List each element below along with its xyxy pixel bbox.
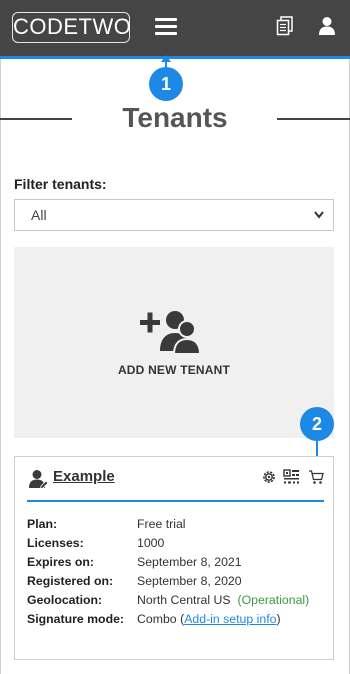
tenant-card: Example Plan: Free trial Licenses: 1000 …: [14, 456, 334, 660]
chevron-down-icon: [313, 200, 325, 241]
page-title: Tenants: [122, 102, 228, 133]
geolocation-status: (Operational): [237, 593, 310, 607]
detail-key: Plan:: [27, 517, 58, 531]
detail-key: Signature mode:: [27, 612, 125, 626]
top-bar: CODETWO: [0, 0, 350, 56]
detail-row-licenses: Licenses: 1000: [27, 536, 327, 555]
detail-key: Registered on:: [27, 574, 114, 588]
detail-value: 1000: [137, 536, 165, 550]
detail-row-geolocation: Geolocation: North Central US (Operation…: [27, 593, 327, 612]
detail-row-registered: Registered on: September 8, 2020: [27, 574, 327, 593]
filter-selected-value: All: [31, 207, 47, 223]
detail-row-expires: Expires on: September 8, 2021: [27, 555, 327, 574]
header-accent-line: [0, 56, 350, 59]
person-icon: [29, 469, 49, 494]
codetwo-logo[interactable]: CODETWO: [12, 12, 131, 43]
signature-mode-value: Combo: [137, 612, 177, 626]
callout-marker-2: 2: [300, 407, 334, 441]
detail-row-plan: Plan: Free trial: [27, 517, 327, 536]
add-new-tenant-tile[interactable]: ADD NEW TENANT: [14, 247, 334, 438]
frame-border-left: [0, 59, 1, 674]
tenant-details: Plan: Free trial Licenses: 1000 Expires …: [27, 517, 327, 631]
settings-icon[interactable]: [261, 469, 277, 490]
hamburger-menu-icon[interactable]: [155, 17, 177, 37]
documents-icon[interactable]: [276, 16, 294, 41]
add-new-tenant-label: ADD NEW TENANT: [117, 363, 231, 377]
detail-row-signature-mode: Signature mode: Combo (Add-in setup info…: [27, 612, 327, 631]
detail-value: Combo (Add-in setup info): [137, 612, 281, 626]
detail-value: North Central US (Operational): [137, 593, 309, 607]
detail-key: Expires on:: [27, 555, 94, 569]
card-divider: [27, 500, 324, 502]
cart-icon[interactable]: [308, 469, 324, 490]
qr-code-icon[interactable]: [283, 469, 300, 490]
detail-value: September 8, 2021: [137, 555, 242, 569]
filter-tenants-select[interactable]: All: [14, 199, 334, 231]
paren-close: ): [276, 612, 281, 626]
detail-key: Licenses:: [27, 536, 84, 550]
geolocation-value: North Central US: [137, 593, 231, 607]
callout-marker-1: 1: [149, 67, 183, 101]
detail-key: Geolocation:: [27, 593, 103, 607]
add-user-group-icon: [140, 307, 202, 360]
detail-value: September 8, 2020: [137, 574, 242, 588]
detail-value: Free trial: [137, 517, 186, 531]
tenant-name-link[interactable]: Example: [53, 468, 115, 485]
filter-label: Filter tenants:: [14, 176, 107, 192]
user-icon[interactable]: [318, 16, 336, 41]
addin-setup-info-link[interactable]: Add-in setup info: [184, 612, 276, 626]
